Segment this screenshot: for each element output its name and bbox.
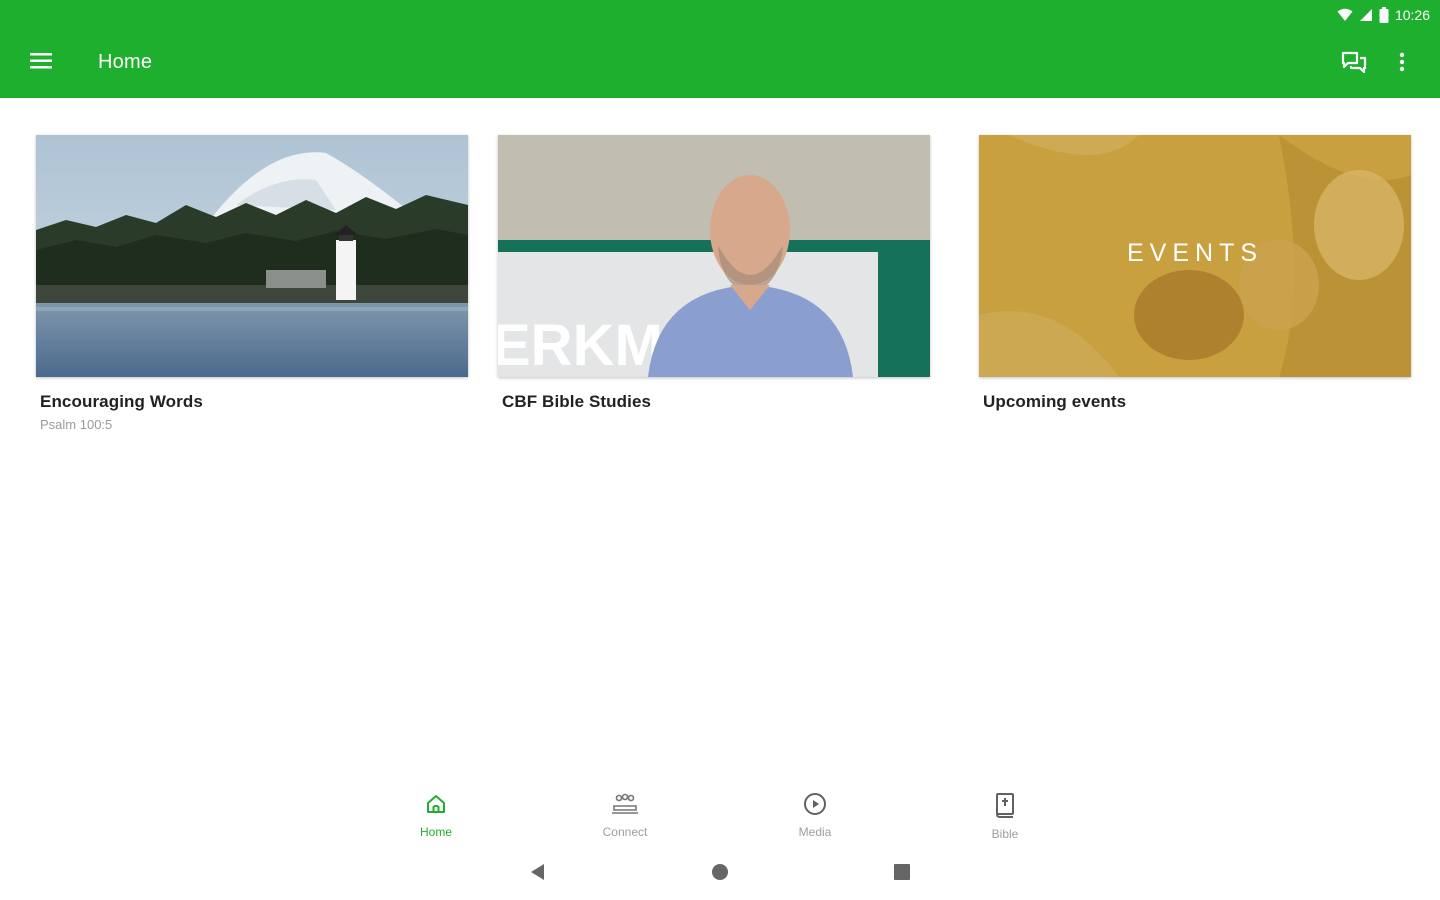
home-circle-icon: [711, 863, 729, 886]
card-upcoming-events[interactable]: EVENTS Upcoming events: [979, 135, 1411, 412]
menu-icon: [30, 52, 52, 75]
nav-item-home[interactable]: Home: [386, 792, 486, 846]
nav-item-media[interactable]: Media: [765, 792, 865, 846]
chat-icon: [1341, 51, 1367, 78]
card-image-events: EVENTS: [979, 135, 1411, 377]
more-options-button[interactable]: [1378, 36, 1426, 92]
more-vert-icon: [1399, 52, 1405, 77]
wifi-icon: [1337, 8, 1353, 22]
card-title: CBF Bible Studies: [502, 392, 652, 411]
menu-button[interactable]: [13, 35, 69, 91]
top-app-bar: 10:26 Home: [0, 0, 1440, 98]
card-title: Encouraging Words: [40, 392, 203, 411]
app-bar: Home: [0, 28, 1440, 98]
system-home-button[interactable]: [706, 862, 734, 886]
battery-icon: [1379, 7, 1389, 23]
back-icon: [529, 863, 547, 886]
card-subtitle: Psalm 100:5: [40, 417, 113, 432]
play-circle-icon: [803, 792, 827, 821]
nav-label: Home: [419, 825, 452, 839]
bible-icon: [994, 792, 1016, 823]
nav-item-bible[interactable]: Bible: [955, 792, 1055, 846]
cell-signal-icon: [1359, 8, 1373, 22]
connect-icon: [611, 792, 639, 821]
system-navigation: [0, 848, 1440, 900]
card-encouraging-words[interactable]: Encouraging Words Psalm 100:5: [36, 135, 468, 432]
events-banner-text: EVENTS: [1126, 239, 1264, 267]
nav-label: Connect: [602, 825, 648, 839]
content-cards: Encouraging Words Psalm 100:5 ERKM CBF B…: [36, 135, 1412, 455]
nav-label: Media: [798, 825, 832, 839]
card-image-text: ERKM: [498, 313, 663, 377]
card-title: Upcoming events: [983, 392, 1127, 411]
card-cbf-bible-studies[interactable]: ERKM CBF Bible Studies: [498, 135, 930, 412]
card-image-lighthouse: [36, 135, 468, 377]
card-image-portrait: ERKM: [498, 135, 930, 377]
nav-item-connect[interactable]: Connect: [575, 792, 675, 846]
chat-button[interactable]: [1330, 36, 1378, 92]
nav-label: Bible: [991, 827, 1019, 841]
recents-icon: [893, 863, 911, 886]
page-title: Home: [98, 51, 153, 73]
home-icon: [424, 792, 448, 821]
bottom-navigation: Home Connect Media Bible: [0, 780, 1440, 846]
status-bar: 10:26: [1337, 5, 1430, 25]
app-root: 10:26 Home Encouraging Words Psalm 100:5…: [0, 0, 1440, 900]
system-recents-button[interactable]: [888, 862, 916, 886]
app-bar-actions: [1330, 36, 1426, 92]
system-back-button[interactable]: [524, 862, 552, 886]
status-time: 10:26: [1394, 7, 1430, 23]
